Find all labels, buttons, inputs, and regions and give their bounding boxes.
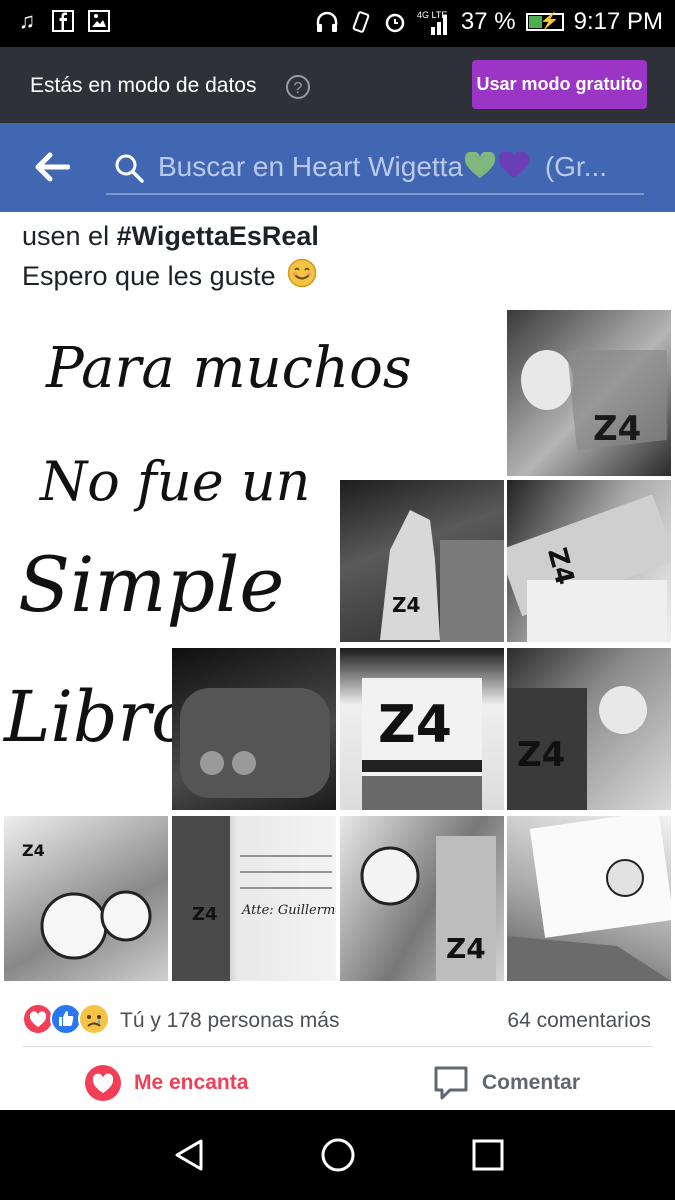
tile-label: Z4	[446, 932, 486, 965]
photo-tile: Z4	[507, 480, 671, 642]
tile-label: Z4	[22, 841, 45, 860]
tile-drawing: Z4	[22, 841, 152, 960]
post-line-1-prefix: usen el	[22, 221, 117, 251]
battery-charging-icon: ⚡	[525, 13, 564, 31]
tile-label: Z4	[378, 695, 452, 755]
tile-label: Z4	[593, 409, 641, 449]
free-mode-button[interactable]: Usar modo gratuito	[472, 60, 647, 109]
nav-back-icon[interactable]	[171, 1137, 207, 1173]
post-line-1: usen el #WigettaEsReal	[22, 216, 319, 256]
photo-tile: Z4	[507, 648, 671, 810]
signal-icon: 4G LTE	[417, 10, 447, 35]
photo-tile: Z4	[507, 310, 671, 476]
tile-label: Z4	[517, 735, 565, 775]
comment-button[interactable]: Comentar	[432, 1064, 580, 1102]
love-label: Me encanta	[134, 1071, 249, 1094]
post-line-2: Espero que les guste	[22, 256, 319, 296]
nav-home-icon[interactable]	[320, 1137, 356, 1173]
tile-drawing: Z4	[360, 836, 496, 981]
tile-drawing: Z4	[521, 350, 667, 450]
app-header: Buscar en Heart Wigetta (Gr...	[0, 123, 675, 212]
help-icon[interactable]: ?	[286, 75, 310, 99]
tile-label: Z4	[192, 904, 218, 925]
photo-tile: Z4	[4, 816, 168, 981]
photo-tile: Z4	[340, 480, 504, 642]
reaction-icons	[22, 1003, 110, 1035]
search-field[interactable]: Buscar en Heart Wigetta (Gr...	[106, 141, 644, 195]
headphones-icon	[316, 11, 338, 32]
network-label: 4G LTE	[417, 10, 447, 20]
data-mode-bar: Estás en modo de datos ? Usar modo gratu…	[0, 47, 675, 123]
tile-label: Z4	[392, 593, 420, 617]
search-icon	[115, 154, 144, 183]
collage-text-line-4: Libro	[4, 676, 194, 758]
tile-drawing: Z4	[507, 686, 647, 810]
tile-drawing: Z4	[507, 494, 671, 642]
reaction-summary[interactable]: Tú y 178 personas más	[120, 1009, 339, 1033]
comment-count[interactable]: 64 comentarios	[507, 1009, 651, 1033]
collage-text-line-3: Simple	[18, 540, 285, 629]
data-mode-message: Estás en modo de datos	[30, 74, 257, 97]
tile-drawing: Atte: Guillermo Día Z4	[172, 816, 336, 981]
hashtag-link[interactable]: #WigettaEsReal	[117, 221, 319, 251]
image-icon	[88, 10, 110, 32]
photo-tile	[507, 816, 671, 981]
facebook-icon	[52, 10, 74, 32]
comment-bubble-icon	[434, 1066, 468, 1100]
green-heart-icon	[464, 150, 496, 178]
collage-text-line-1: Para muchos	[46, 336, 412, 401]
search-text: Buscar en Heart Wigetta (Gr...	[158, 150, 608, 183]
back-arrow-icon[interactable]	[34, 151, 70, 183]
tile-drawing: Z4	[362, 678, 482, 810]
photo-tile	[172, 648, 336, 810]
tile-drawing: Z4	[380, 510, 504, 642]
divider	[22, 1046, 653, 1047]
post-image-collage[interactable]: Para muchos No fue un Simple Libro Z4 Z4…	[0, 308, 675, 981]
photo-tile: Z4	[340, 816, 504, 981]
tile-note: Atte: Guillermo Día	[241, 903, 336, 918]
collage-text-line-2: No fue un	[40, 450, 311, 513]
nav-recents-icon[interactable]	[470, 1137, 506, 1173]
heart-icon	[85, 1065, 121, 1101]
purple-heart-icon	[498, 150, 530, 178]
android-nav-bar	[0, 1110, 675, 1200]
clock: 9:17 PM	[573, 8, 663, 35]
battery-percent: 37 %	[460, 8, 516, 35]
status-bar: ♫ 4G LTE 37 % ⚡ 9:17 PM	[0, 0, 675, 47]
post-text: usen el #WigettaEsReal Espero que les gu…	[22, 216, 319, 296]
tile-drawing	[507, 816, 671, 981]
search-suffix: (Gr...	[544, 151, 608, 182]
comment-label: Comentar	[482, 1071, 581, 1094]
tile-drawing	[180, 688, 330, 798]
alarm-icon	[385, 13, 405, 33]
post-line-2-text: Espero que les guste	[22, 261, 276, 291]
smiling-emoji-icon	[287, 258, 317, 288]
search-query: Buscar en Heart Wigetta	[158, 151, 464, 182]
music-icon: ♫	[18, 8, 36, 33]
photo-tile: Atte: Guillermo Día Z4	[172, 816, 336, 981]
love-button[interactable]: Me encanta	[84, 1064, 248, 1102]
vibrate-icon	[352, 11, 370, 33]
sad-reaction-icon	[78, 1003, 110, 1035]
post-actions: Me encanta Comentar	[0, 1048, 675, 1110]
reactions-bar[interactable]: Tú y 178 personas más 64 comentarios	[0, 995, 675, 1045]
photo-tile: Z4	[340, 648, 504, 810]
